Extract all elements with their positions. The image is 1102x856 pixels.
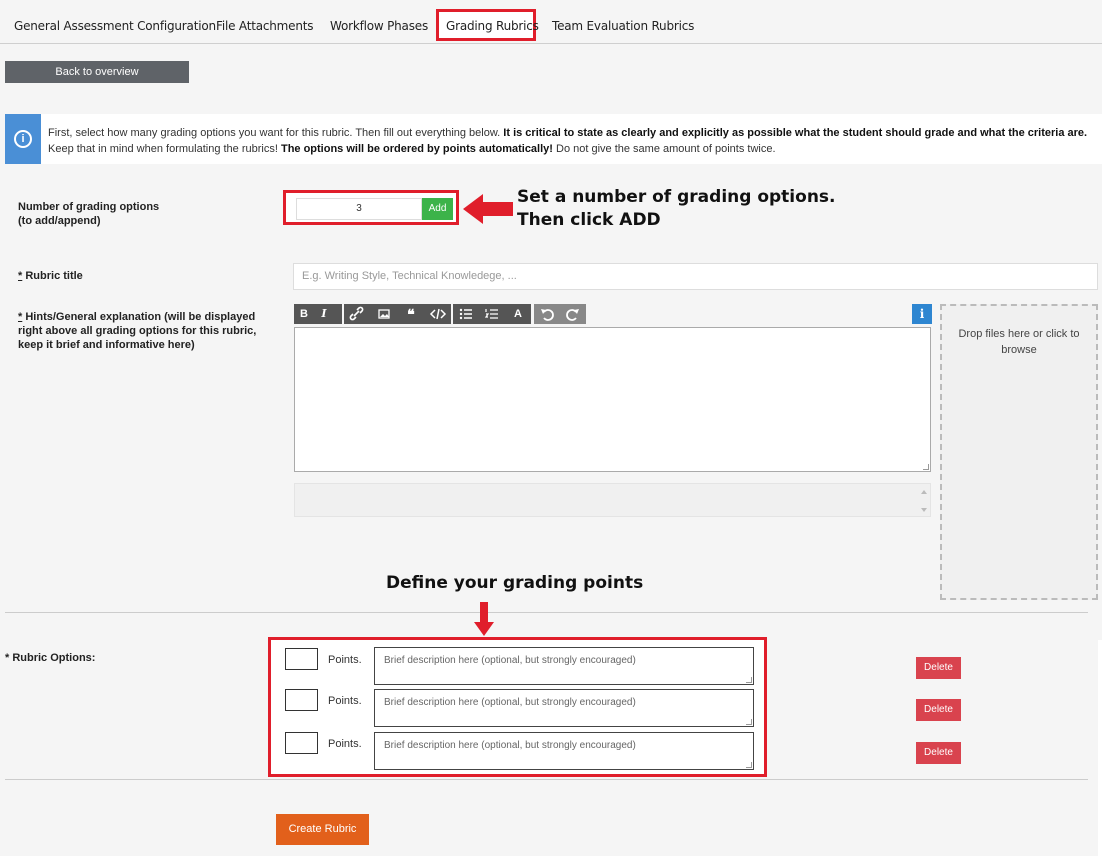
option-description-input[interactable]: Brief description here (optional, but st… (374, 647, 754, 685)
italic-button[interactable]: I (314, 304, 334, 324)
delete-option-button[interactable]: Delete (916, 742, 961, 764)
resize-handle-icon[interactable] (923, 464, 929, 470)
required-mark: * (18, 270, 23, 282)
rubric-title-label: * Rubric title (18, 269, 83, 283)
grading-options-input[interactable]: 3 (296, 198, 422, 220)
grading-options-label-line2: (to add/append) (18, 215, 101, 227)
hints-editor-textarea[interactable] (294, 327, 931, 472)
numbered-list-icon (484, 309, 498, 319)
bullet-list-button[interactable] (456, 304, 476, 324)
divider (5, 612, 1088, 613)
resize-handle-icon[interactable] (746, 719, 752, 725)
image-button[interactable] (374, 304, 394, 324)
quote-icon: ❝ (407, 306, 415, 322)
define-points-callout: Define your grading points (386, 573, 644, 593)
tab-team-evaluation-rubrics[interactable]: Team Evaluation Rubrics (552, 19, 694, 33)
tab-file-attachments[interactable]: File Attachments (216, 19, 313, 33)
option-description-placeholder: Brief description here (optional, but st… (384, 697, 636, 708)
hints-preview (294, 483, 931, 517)
grading-options-callout: Set a number of grading options. Then cl… (517, 186, 836, 232)
file-dropzone[interactable]: Drop files here or click to browse (940, 304, 1098, 600)
down-arrow-icon (474, 602, 494, 636)
info-circle-icon: i (14, 130, 32, 148)
info-text-part3: Do not give the same amount of points tw… (552, 143, 776, 155)
toolbar-list-group: A (453, 304, 531, 324)
heading-button[interactable]: A (508, 304, 528, 324)
numbered-list-button[interactable] (482, 304, 502, 324)
grading-options-label-line1: Number of grading options (18, 201, 160, 213)
delete-option-button[interactable]: Delete (916, 699, 961, 721)
editor-info-button[interactable]: i (912, 304, 932, 324)
tab-bar: General Assessment Configuration File At… (0, 0, 1102, 44)
create-rubric-button[interactable]: Create Rubric (276, 814, 369, 845)
info-box: i First, select how many grading options… (5, 114, 1102, 164)
right-edge-panel (1098, 640, 1102, 856)
rubric-options-highlight: Points. Brief description here (optional… (268, 637, 767, 777)
option-points-label: Points. (328, 738, 362, 750)
resize-handle-icon[interactable] (746, 677, 752, 683)
option-points-label: Points. (328, 654, 362, 666)
tab-workflow-phases[interactable]: Workflow Phases (330, 19, 428, 33)
hints-label-line2: right above all grading options for this… (18, 325, 257, 337)
grading-options-highlight: 3 Add (283, 190, 459, 225)
heading-icon: A (514, 308, 522, 320)
code-icon (429, 308, 446, 320)
rubric-title-label-text: Rubric title (25, 270, 83, 282)
undo-icon (541, 309, 554, 321)
info-text-bold1: It is critical to state as clearly and e… (503, 127, 1088, 139)
callout-line1: Set a number of grading options. (517, 187, 836, 207)
info-text: First, select how many grading options y… (48, 125, 1088, 157)
link-icon (350, 306, 364, 321)
info-icon-panel: i (5, 114, 41, 164)
option-points-input[interactable] (285, 689, 318, 711)
bullet-list-icon (459, 308, 472, 320)
option-description-input[interactable]: Brief description here (optional, but st… (374, 689, 754, 727)
quote-button[interactable]: ❝ (401, 304, 421, 324)
back-to-overview-button[interactable]: Back to overview (5, 61, 189, 83)
hints-label-line1: Hints/General explanation (will be displ… (25, 311, 256, 323)
hints-label-line3: keep it brief and informative here) (18, 339, 195, 351)
toolbar-insert-group: ❝ (344, 304, 451, 324)
tab-grading-rubrics[interactable]: Grading Rubrics (446, 19, 539, 33)
bold-button[interactable]: B (294, 304, 314, 324)
redo-button[interactable] (563, 304, 583, 324)
callout-line2: Then click ADD (517, 210, 661, 230)
toolbar-text-style-group: B I (294, 304, 342, 324)
left-arrow-icon (463, 194, 513, 224)
toolbar-history-group (534, 304, 586, 324)
undo-button[interactable] (537, 304, 557, 324)
grading-options-label: Number of grading options (to add/append… (18, 200, 159, 228)
code-button[interactable] (428, 304, 448, 324)
info-text-part2: Keep that in mind when formulating the r… (48, 143, 281, 155)
required-mark: * (18, 311, 23, 323)
image-icon (378, 309, 390, 319)
option-points-label: Points. (328, 695, 362, 707)
hints-label: * Hints/General explanation (will be dis… (18, 310, 256, 352)
divider (5, 779, 1088, 780)
option-points-input[interactable] (285, 648, 318, 670)
rubric-title-input[interactable]: E.g. Writing Style, Technical Knowledege… (293, 263, 1098, 290)
scroll-arrows-icon[interactable] (920, 488, 928, 514)
add-button[interactable]: Add (422, 198, 453, 220)
option-description-input[interactable]: Brief description here (optional, but st… (374, 732, 754, 770)
info-text-part1: First, select how many grading options y… (48, 127, 504, 139)
option-description-placeholder: Brief description here (optional, but st… (384, 655, 636, 666)
resize-handle-icon[interactable] (746, 762, 752, 768)
delete-option-button[interactable]: Delete (916, 657, 961, 679)
tab-general-assessment-configuration[interactable]: General Assessment Configuration (14, 19, 216, 33)
option-description-placeholder: Brief description here (optional, but st… (384, 740, 636, 751)
link-button[interactable] (347, 304, 367, 324)
rubric-options-label: * Rubric Options: (5, 652, 96, 664)
redo-icon (566, 309, 579, 321)
info-text-bold2: The options will be ordered by points au… (280, 143, 553, 155)
option-points-input[interactable] (285, 732, 318, 754)
